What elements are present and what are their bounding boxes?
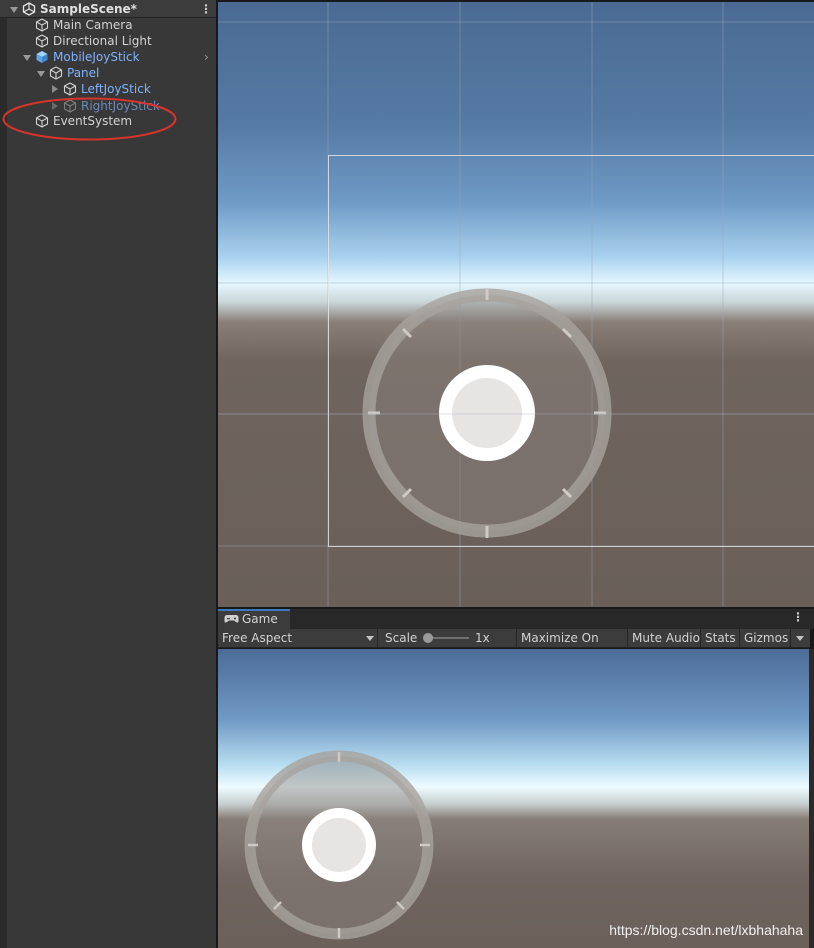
maximize-on-play-toggle[interactable]: Maximize On Play xyxy=(517,629,628,663)
game-tab-bar: Game ⋮ xyxy=(218,609,814,629)
hierarchy-item-main-camera[interactable]: Main Camera xyxy=(0,17,216,33)
hierarchy-item-left-joystick[interactable]: LeftJoyStick xyxy=(0,81,216,97)
gizmos-label: Gizmos xyxy=(744,631,789,645)
more-options-icon[interactable]: ⋮ xyxy=(200,1,212,17)
item-label: LeftJoyStick xyxy=(81,82,151,96)
gameobject-cube-icon xyxy=(35,34,49,48)
expand-arrow-icon[interactable] xyxy=(10,7,18,13)
scene-view[interactable] xyxy=(218,2,814,607)
mute-audio-toggle[interactable]: Mute Audio xyxy=(628,629,701,647)
mute-audio-label: Mute Audio xyxy=(632,631,700,645)
more-options-icon[interactable]: ⋮ xyxy=(792,610,804,624)
prefab-cube-icon xyxy=(36,51,48,63)
hierarchy-item-mobile-joystick[interactable]: MobileJoyStick › xyxy=(0,49,216,65)
hierarchy-item-directional-light[interactable]: Directional Light xyxy=(0,33,216,49)
item-label: Directional Light xyxy=(53,34,152,48)
scene-root-row[interactable]: SampleScene* ⋮ xyxy=(0,1,216,17)
red-annotation-ellipse xyxy=(2,97,177,141)
tab-game[interactable]: Game xyxy=(218,609,290,629)
aspect-label: Free Aspect xyxy=(222,631,293,645)
scale-slider-thumb[interactable] xyxy=(423,633,433,643)
game-overlay xyxy=(244,750,434,940)
item-label: MobileJoyStick xyxy=(53,50,140,64)
scene-name: SampleScene* xyxy=(40,2,137,16)
scene-joystick-knob[interactable] xyxy=(439,365,535,461)
dropdown-caret-icon xyxy=(366,636,374,641)
item-label: Panel xyxy=(67,66,100,80)
aspect-dropdown[interactable]: Free Aspect xyxy=(218,629,378,647)
chevron-right-icon[interactable]: › xyxy=(204,49,209,65)
hierarchy-panel: SampleScene* ⋮ Main Camera Directional L… xyxy=(0,0,216,948)
hierarchy-gutter xyxy=(0,18,7,948)
collapsed-arrow-icon[interactable] xyxy=(52,85,58,93)
gamepad-icon xyxy=(224,615,239,623)
scale-label: Scale xyxy=(385,631,418,645)
unity-scene-icon xyxy=(22,2,36,16)
item-label: Main Camera xyxy=(53,18,133,32)
gameobject-cube-icon xyxy=(35,18,49,32)
game-view-edge xyxy=(809,649,814,948)
scale-value: 1x xyxy=(475,631,490,645)
game-toolbar: Free Aspect Scale 1x Maximize On Play Mu… xyxy=(218,629,810,663)
game-joystick-knob[interactable] xyxy=(302,808,376,882)
expand-arrow-icon[interactable] xyxy=(23,55,31,61)
stats-label: Stats xyxy=(705,631,736,645)
gameobject-cube-icon xyxy=(63,82,77,96)
gameobject-cube-icon xyxy=(49,66,63,80)
hierarchy-item-panel[interactable]: Panel xyxy=(0,65,216,81)
dropdown-caret-icon xyxy=(796,636,804,641)
stats-toggle[interactable]: Stats xyxy=(701,629,740,647)
expand-arrow-icon[interactable] xyxy=(37,71,45,77)
gizmos-dropdown[interactable]: Gizmos xyxy=(740,629,810,647)
scene-overlay xyxy=(218,2,814,607)
game-view[interactable]: https://blog.csdn.net/lxbhahaha xyxy=(218,649,809,948)
watermark-text: https://blog.csdn.net/lxbhahaha xyxy=(609,922,803,938)
tab-game-label: Game xyxy=(242,612,278,626)
scale-slider-group: Scale 1x xyxy=(381,629,517,647)
